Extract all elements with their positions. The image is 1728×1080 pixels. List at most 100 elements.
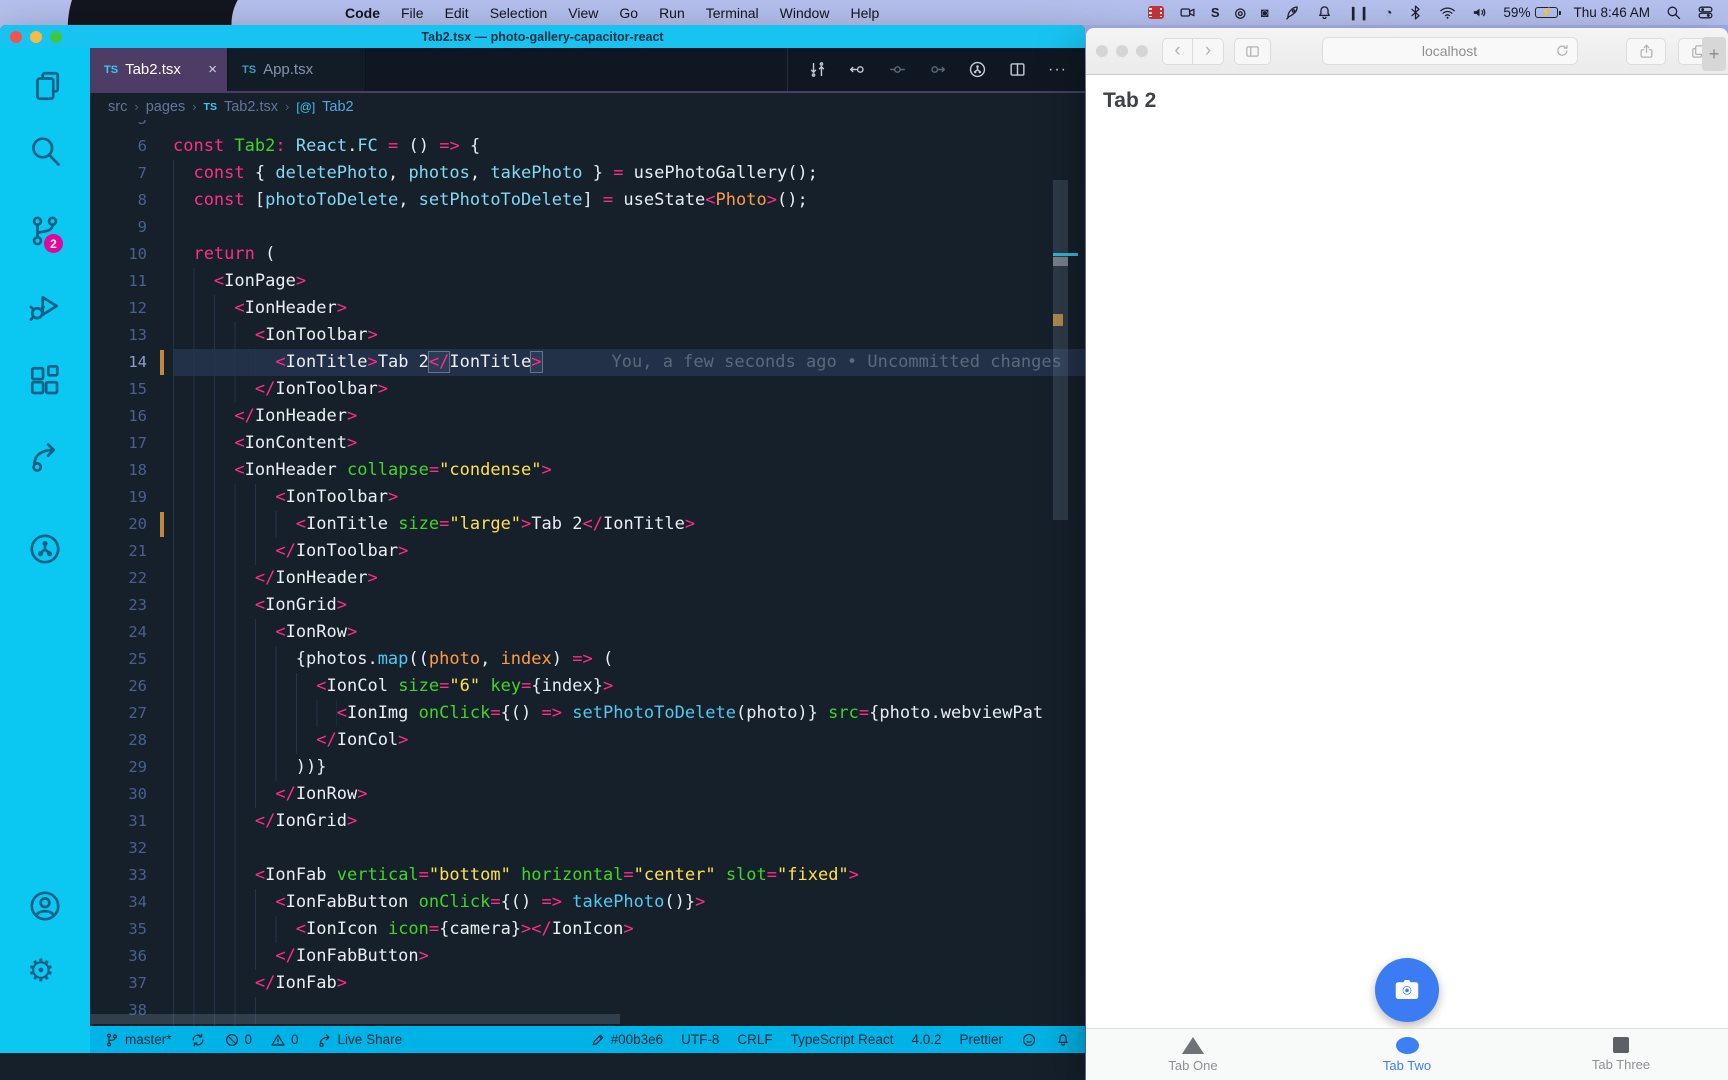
- menu-item-run[interactable]: Run: [649, 5, 695, 21]
- current-change-icon[interactable]: [888, 60, 907, 79]
- volume-icon[interactable]: [1471, 4, 1488, 21]
- status-bar-item-version[interactable]: 4.0.2: [911, 1032, 941, 1047]
- status-bar-item-errors[interactable]: 0: [224, 1032, 252, 1048]
- editor-horizontal-scrollbar[interactable]: [90, 1014, 620, 1024]
- menu-item-help[interactable]: Help: [840, 5, 889, 21]
- next-change-icon[interactable]: [928, 60, 947, 79]
- control-center-icon[interactable]: [1697, 4, 1714, 21]
- breadcrumb[interactable]: src › pages › TS Tab2.tsx › [@] Tab2: [90, 93, 1085, 120]
- code-token: >: [367, 352, 378, 372]
- share-icon: [1638, 43, 1655, 60]
- menu-item-edit[interactable]: Edit: [435, 5, 479, 21]
- back-button[interactable]: ‹: [1162, 37, 1193, 65]
- minimize-window-button[interactable]: [1116, 45, 1128, 57]
- gitlens-annotations-icon[interactable]: [968, 60, 987, 79]
- menu-item-file[interactable]: File: [391, 5, 434, 21]
- sidebar-item-run-debug[interactable]: [27, 288, 63, 324]
- close-tab-icon[interactable]: ×: [208, 61, 217, 78]
- indent-guides: [173, 943, 276, 970]
- zoom-window-button[interactable]: [1136, 45, 1148, 57]
- close-window-button[interactable]: [1096, 45, 1108, 57]
- editor-vertical-scrollbar[interactable]: [1053, 180, 1068, 520]
- status-bar-item-formatter[interactable]: Prettier: [959, 1032, 1003, 1047]
- code-editor[interactable]: 56const Tab2: React.FC = () => {7const {…: [90, 120, 1085, 1026]
- battery-indicator[interactable]: 59% ⚡: [1503, 5, 1562, 20]
- tab-tab-three[interactable]: Tab Three: [1514, 1029, 1728, 1080]
- minimize-window-button[interactable]: [30, 30, 42, 43]
- bell-icon[interactable]: [1316, 4, 1333, 21]
- typescript-file-icon: TS: [104, 63, 119, 76]
- vscode-title-bar[interactable]: Tab2.tsx — photo-gallery-capacitor-react: [0, 25, 1085, 48]
- zoom-window-button[interactable]: [50, 30, 62, 43]
- status-bar-item-notifications[interactable]: [1055, 1032, 1071, 1048]
- status-bar-item-feedback[interactable]: [1021, 1032, 1037, 1048]
- open-changes-icon[interactable]: [808, 60, 827, 79]
- tab-tab-one[interactable]: Tab One: [1086, 1029, 1300, 1080]
- editor-tab-app-tsx[interactable]: TS App.tsx: [228, 48, 366, 91]
- page-title: Tab 2: [1103, 89, 1157, 112]
- status-bar-item-warnings[interactable]: 0: [270, 1032, 299, 1048]
- breadcrumb-item-pages[interactable]: pages: [146, 99, 186, 115]
- wifi-icon[interactable]: [1439, 4, 1456, 21]
- take-photo-fab-button[interactable]: [1375, 958, 1439, 1022]
- sidebar-item-gitlens[interactable]: [27, 531, 63, 567]
- more-actions-icon[interactable]: ···: [1048, 61, 1067, 79]
- breadcrumb-item-file[interactable]: Tab2.tsx: [224, 99, 278, 115]
- pause-icon[interactable]: ❙❙: [1348, 5, 1370, 21]
- sidebar-item-live-share[interactable]: [27, 438, 63, 474]
- split-editor-icon[interactable]: [1008, 60, 1027, 79]
- new-tab-button[interactable]: +: [1702, 37, 1726, 71]
- sidebar-item-extensions[interactable]: [27, 363, 63, 399]
- menu-item-go[interactable]: Go: [609, 5, 648, 21]
- reload-icon[interactable]: [1554, 43, 1570, 59]
- status-bar-item-eol[interactable]: CRLF: [737, 1032, 772, 1047]
- camcorder-icon[interactable]: [1179, 4, 1196, 21]
- rocket-icon[interactable]: [1284, 4, 1301, 21]
- code-token: >: [295, 271, 307, 291]
- code-line: 36 </IonFabButton>: [90, 943, 1085, 970]
- breadcrumb-item-src[interactable]: src: [108, 99, 127, 115]
- overview-ruler-mark: [1053, 253, 1078, 256]
- status-bar-item-git-branch[interactable]: master*: [104, 1032, 172, 1048]
- sidebar-item-search[interactable]: [27, 133, 63, 169]
- code-token: Photo: [715, 190, 767, 210]
- clock-app-icon[interactable]: ◔: [1385, 5, 1393, 20]
- status-bar-item-language-mode[interactable]: TypeScript React: [791, 1032, 894, 1047]
- status-bar-item-peacock-color[interactable]: #00b3e6: [590, 1032, 663, 1048]
- code-token: onClick: [418, 703, 491, 723]
- menu-item-selection[interactable]: Selection: [480, 5, 558, 21]
- breadcrumb-item-symbol[interactable]: Tab2: [322, 99, 353, 115]
- sidebar-item-settings[interactable]: ⚙: [27, 953, 63, 989]
- sidebar-item-explorer[interactable]: [27, 68, 63, 104]
- film-icon[interactable]: [1147, 6, 1164, 19]
- previous-change-icon[interactable]: [848, 60, 867, 79]
- address-bar[interactable]: localhost: [1321, 37, 1578, 65]
- menu-item-code[interactable]: Code: [335, 5, 390, 21]
- forward-button[interactable]: ›: [1193, 37, 1224, 65]
- menu-item-view[interactable]: View: [558, 5, 608, 21]
- code-token: >: [357, 784, 368, 804]
- code-text: <IonTitle>Tab 2</IonTitle> You, a few sec…: [173, 349, 1085, 376]
- status-bar-item-sync[interactable]: [190, 1032, 206, 1048]
- s-app-icon[interactable]: S: [1211, 5, 1220, 20]
- sidebar-icon: [1244, 43, 1261, 60]
- status-bar-item-live-share[interactable]: Live Share: [317, 1032, 402, 1048]
- code-text: <IonRow>: [173, 619, 1085, 646]
- bluetooth-icon[interactable]: [1407, 4, 1424, 21]
- obs-icon[interactable]: ◙: [1261, 5, 1269, 20]
- code-token: IonRow: [285, 622, 347, 642]
- share-button[interactable]: [1626, 37, 1666, 65]
- menu-bar-clock[interactable]: Thu 8:46 AM: [1573, 5, 1650, 20]
- line-number: 15: [128, 380, 147, 398]
- status-bar-item-encoding[interactable]: UTF-8: [681, 1032, 719, 1047]
- editor-tab-tab2-tsx[interactable]: TS Tab2.tsx ×: [90, 48, 228, 91]
- menu-item-terminal[interactable]: Terminal: [696, 5, 769, 21]
- tab-tab-two[interactable]: Tab Two: [1300, 1029, 1514, 1080]
- spotlight-icon[interactable]: [1665, 4, 1682, 21]
- record-icon[interactable]: ◎: [1235, 5, 1246, 21]
- sidebar-item-account[interactable]: [27, 888, 63, 924]
- sidebar-button[interactable]: [1234, 37, 1271, 65]
- menu-item-window[interactable]: Window: [770, 5, 840, 21]
- ellipse-icon: [1395, 1036, 1419, 1054]
- close-window-button[interactable]: [10, 30, 22, 43]
